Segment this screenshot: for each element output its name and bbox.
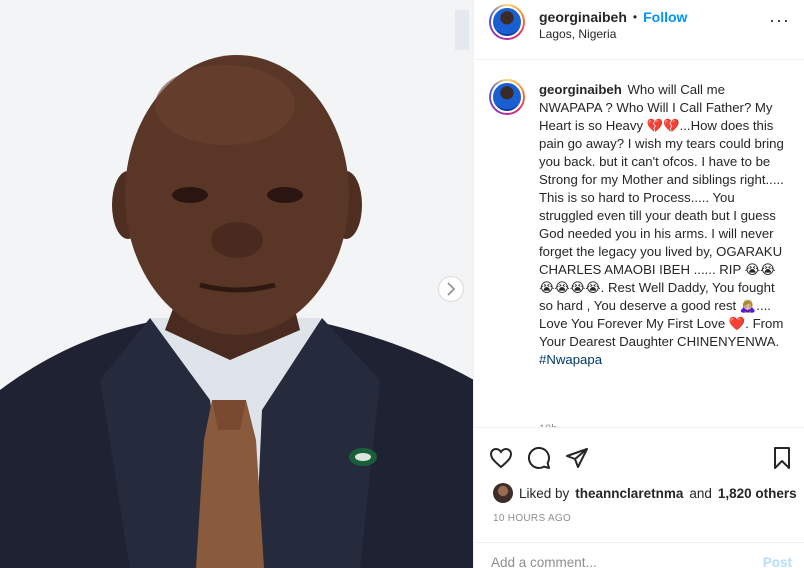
likes-others-count[interactable]: 1,820 others [718,486,797,501]
next-photo-button[interactable] [438,276,464,302]
post-header: georginaibeh • Follow Lagos, Nigeria ··· [475,0,804,60]
action-icons [489,446,589,470]
heart-icon[interactable] [489,446,513,470]
share-icon[interactable] [565,446,589,470]
caption-text: Who will Call me NWAPAPA ? Who Will I Ca… [539,82,784,349]
chevron-right-icon [447,282,456,296]
post-location[interactable]: Lagos, Nigeria [539,27,616,41]
separator-dot: • [632,10,638,24]
bookmark-icon[interactable] [770,446,794,470]
post-actions: Liked by theannclaretnma and 1,820 other… [475,427,804,568]
post-caption: georginaibeh Who will Call me NWAPAPA ? … [539,81,789,369]
posted-timestamp[interactable]: 10 HOURS AGO [493,513,571,524]
portrait-image [0,0,473,568]
liked-and-label: and [689,485,712,501]
author-username[interactable]: georginaibeh [539,9,627,25]
liker-avatar[interactable] [493,483,513,503]
comment-box: Post [475,542,804,568]
post-detail-panel: georginaibeh • Follow Lagos, Nigeria ···… [475,0,804,568]
post-comment-button[interactable]: Post [763,555,792,568]
follow-button[interactable]: Follow [643,9,687,25]
comment-input[interactable] [491,555,741,568]
likes-summary: Liked by theannclaretnma and 1,820 other… [493,483,797,503]
caption-username[interactable]: georginaibeh [539,82,622,97]
caption-avatar[interactable] [489,79,525,115]
comment-icon[interactable] [527,446,551,470]
liker-username[interactable]: theannclaretnma [575,486,683,501]
caption-section: georginaibeh Who will Call me NWAPAPA ? … [475,61,804,427]
author-row: georginaibeh • Follow [539,9,687,25]
hashtag-link[interactable]: #Nwapapa [539,351,789,369]
liked-by-label: Liked by [519,485,570,501]
post-photo[interactable] [0,0,474,568]
more-options-icon[interactable]: ··· [769,10,790,31]
author-avatar[interactable] [489,4,525,40]
